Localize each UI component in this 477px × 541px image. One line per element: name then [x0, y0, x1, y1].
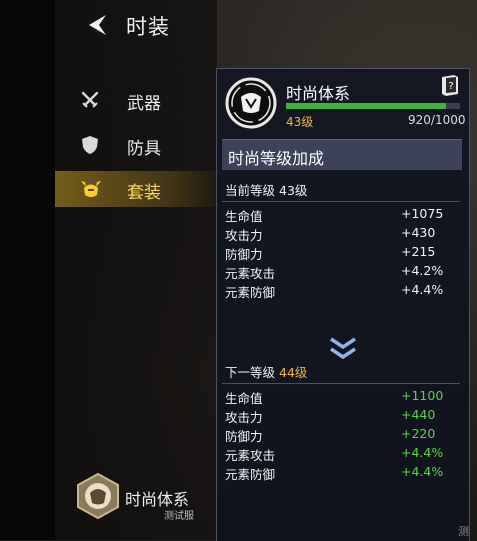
stat-value: +1075 [401, 206, 444, 221]
current-level-value: 43级 [279, 183, 308, 198]
next-level-heading: 下一等级 44级 [225, 362, 307, 381]
stat-value: +440 [401, 407, 436, 422]
stat-value: +215 [401, 244, 436, 259]
system-name: 时尚体系 [286, 84, 351, 103]
stat-value: +220 [401, 426, 436, 441]
stat-name: 元素防御 [225, 285, 276, 300]
exp-progress-bar [286, 103, 460, 109]
stat-row: 攻击力 +440 [225, 407, 455, 426]
stat-name: 攻击力 [225, 228, 263, 243]
divider [222, 383, 460, 384]
left-edge-shade [0, 0, 55, 540]
divider [222, 201, 460, 202]
nav-item-label: 套装 [127, 183, 161, 203]
stat-row: 防御力 +220 [225, 426, 455, 445]
fashion-system-badge-icon[interactable] [76, 472, 120, 520]
stat-name: 元素攻击 [225, 448, 276, 463]
stat-row: 元素攻击 +4.4% [225, 445, 455, 464]
stat-value: +430 [401, 225, 436, 240]
current-level-label: 当前等级 [225, 183, 276, 198]
exp-progress-fill [286, 103, 447, 109]
stat-row: 防御力 +215 [225, 244, 455, 263]
horned-helmet-icon [80, 179, 101, 199]
next-level-label: 下一等级 [225, 365, 276, 380]
stat-value: +4.2% [401, 263, 444, 278]
stat-value: +4.4% [401, 445, 444, 460]
stat-name: 防御力 [225, 429, 263, 444]
swords-icon [80, 90, 100, 110]
nav-item-label: 防具 [127, 139, 161, 159]
stat-name: 元素防御 [225, 467, 276, 482]
stat-row: 生命值 +1100 [225, 388, 455, 407]
stat-row: 元素防御 +4.4% [225, 282, 455, 301]
watermark: 测 [458, 525, 469, 538]
stat-row: 攻击力 +430 [225, 225, 455, 244]
fashion-armor-emblem-icon [225, 77, 277, 129]
stat-name: 攻击力 [225, 410, 263, 425]
page-title: 时装 [126, 15, 170, 39]
header [55, 0, 477, 46]
double-chevron-down-icon [328, 336, 358, 362]
stat-name: 生命值 [225, 391, 263, 406]
stat-row: 元素防御 +4.4% [225, 464, 455, 483]
stat-row: 元素攻击 +4.2% [225, 263, 455, 282]
svg-text:?: ? [448, 81, 453, 92]
stat-name: 防御力 [225, 247, 263, 262]
sidebar [55, 0, 217, 540]
nav-item-weapons[interactable]: 武器 [55, 82, 217, 118]
server-label: 测试服 [164, 511, 194, 522]
nav-item-label: 武器 [127, 94, 161, 114]
stat-name: 元素攻击 [225, 266, 276, 281]
stat-name: 生命值 [225, 209, 263, 224]
nav-item-sets[interactable]: 套装 [55, 171, 217, 207]
help-book-icon[interactable]: ? [440, 74, 460, 96]
stat-row: 生命值 +1075 [225, 206, 455, 225]
back-arrow-icon[interactable] [84, 12, 112, 38]
section-header: 时尚等级加成 [222, 139, 462, 170]
stat-value: +4.4% [401, 282, 444, 297]
exp-text: 920/1000 [408, 113, 466, 127]
current-level-heading: 当前等级 43级 [225, 180, 307, 199]
stat-value: +4.4% [401, 464, 444, 479]
current-level: 43级 [286, 115, 314, 129]
stat-value: +1100 [401, 388, 444, 403]
nav-item-armor[interactable]: 防具 [55, 127, 217, 163]
section-title: 时尚等级加成 [228, 149, 325, 168]
shield-icon [80, 135, 100, 155]
next-level-value: 44级 [279, 365, 308, 380]
